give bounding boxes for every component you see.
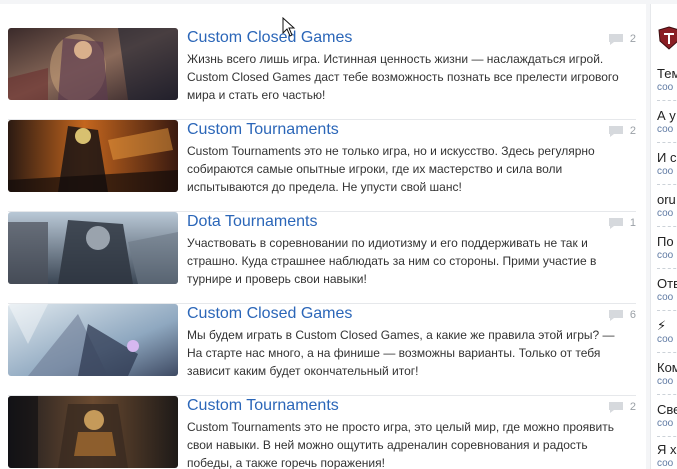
post-description: Жизнь всего лишь игра. Истинная ценность… [187,52,619,102]
sidebar-item-sub[interactable]: соо [657,208,677,220]
divider [657,100,677,102]
post-thumbnail[interactable] [8,396,178,468]
divider [657,142,677,144]
comment-bubble-icon [608,33,623,45]
comments-number: 6 [629,309,636,321]
comments-number: 2 [629,401,636,413]
sidebar-item[interactable]: Я хо соо [657,442,677,469]
comment-bubble-icon [608,217,623,229]
divider [657,436,677,438]
comment-bubble-icon [608,401,623,413]
sidebar-item-sub[interactable]: соо [657,124,677,136]
sidebar: Тем соо А у соо И с соо oru соо По соо О… [650,4,677,469]
sidebar-item-title[interactable]: Отв [657,276,677,292]
comment-bubble-icon [608,309,623,321]
comment-bubble-icon [608,125,623,137]
post-description: Custom Tournaments это не просто игра, э… [187,420,615,469]
post-item: Dota Tournaments 1 Участвовать в соревно… [8,212,636,304]
sidebar-item-title[interactable]: Я хо [657,442,677,458]
post-item: Custom Tournaments 2 Custom Tournaments … [8,396,636,469]
divider [657,184,677,186]
post-description: Custom Tournaments это не только игра, н… [187,144,595,194]
sidebar-item-title[interactable]: А у [657,108,677,124]
sidebar-item-title[interactable]: По [657,234,677,250]
post-title[interactable]: Custom Closed Games [187,28,352,48]
site-logo-icon [658,26,677,50]
sidebar-item[interactable]: Тем соо [657,66,677,94]
sidebar-item[interactable]: oru соо [657,192,677,220]
comments-count[interactable]: 1 [608,215,636,231]
comments-count[interactable]: 2 [608,31,636,47]
post-description: Участвовать в соревновании по идиотизму … [187,236,597,286]
comments-number: 2 [629,125,636,137]
post-item: Custom Closed Games 6 Мы будем играть в … [8,304,636,396]
post-thumbnail[interactable] [8,28,178,100]
sidebar-item[interactable]: И с соо [657,150,677,178]
sidebar-item[interactable]: А у соо [657,108,677,136]
post-title[interactable]: Custom Tournaments [187,396,339,416]
comments-number: 1 [629,217,636,229]
post-thumbnail[interactable] [8,120,178,192]
sidebar-item[interactable]: ⚡ соо [657,318,677,346]
sidebar-item-sub[interactable]: соо [657,334,677,346]
post-thumbnail[interactable] [8,304,178,376]
divider [657,352,677,354]
sidebar-item-sub[interactable]: соо [657,292,677,304]
sidebar-item-sub[interactable]: соо [657,376,677,388]
comments-count[interactable]: 2 [608,123,636,139]
sidebar-item[interactable]: Отв соо [657,276,677,304]
sidebar-item-title[interactable]: Тем [657,66,677,82]
sidebar-item-title[interactable]: Све [657,402,677,418]
divider [657,394,677,396]
divider [657,268,677,270]
divider [657,226,677,228]
post-title[interactable]: Custom Tournaments [187,120,339,140]
post-description: Мы будем играть в Custom Closed Games, а… [187,328,615,378]
posts-feed: Custom Closed Games 2 Жизнь всего лишь и… [0,4,646,469]
comments-number: 2 [629,33,636,45]
sidebar-item-sub[interactable]: соо [657,458,677,469]
post-item: Custom Closed Games 2 Жизнь всего лишь и… [8,28,636,120]
sidebar-item-title[interactable]: Ком [657,360,677,376]
sidebar-item-sub[interactable]: соо [657,82,677,94]
sidebar-item-title[interactable]: oru [657,192,677,208]
post-title[interactable]: Dota Tournaments [187,212,317,232]
sidebar-item-sub[interactable]: соо [657,250,677,262]
sidebar-item-sub[interactable]: соо [657,166,677,178]
divider [657,310,677,312]
sidebar-item[interactable]: Ком соо [657,360,677,388]
sidebar-item-title[interactable]: И с [657,150,677,166]
post-title[interactable]: Custom Closed Games [187,304,352,324]
comments-count[interactable]: 6 [608,307,636,323]
sidebar-item-title[interactable]: ⚡ [657,318,677,334]
sidebar-item[interactable]: Све соо [657,402,677,430]
post-item: Custom Tournaments 2 Custom Tournaments … [8,120,636,212]
mouse-pointer-icon [282,17,296,37]
sidebar-item[interactable]: По соо [657,234,677,262]
sidebar-item-sub[interactable]: соо [657,418,677,430]
comments-count[interactable]: 2 [608,399,636,415]
post-thumbnail[interactable] [8,212,178,284]
